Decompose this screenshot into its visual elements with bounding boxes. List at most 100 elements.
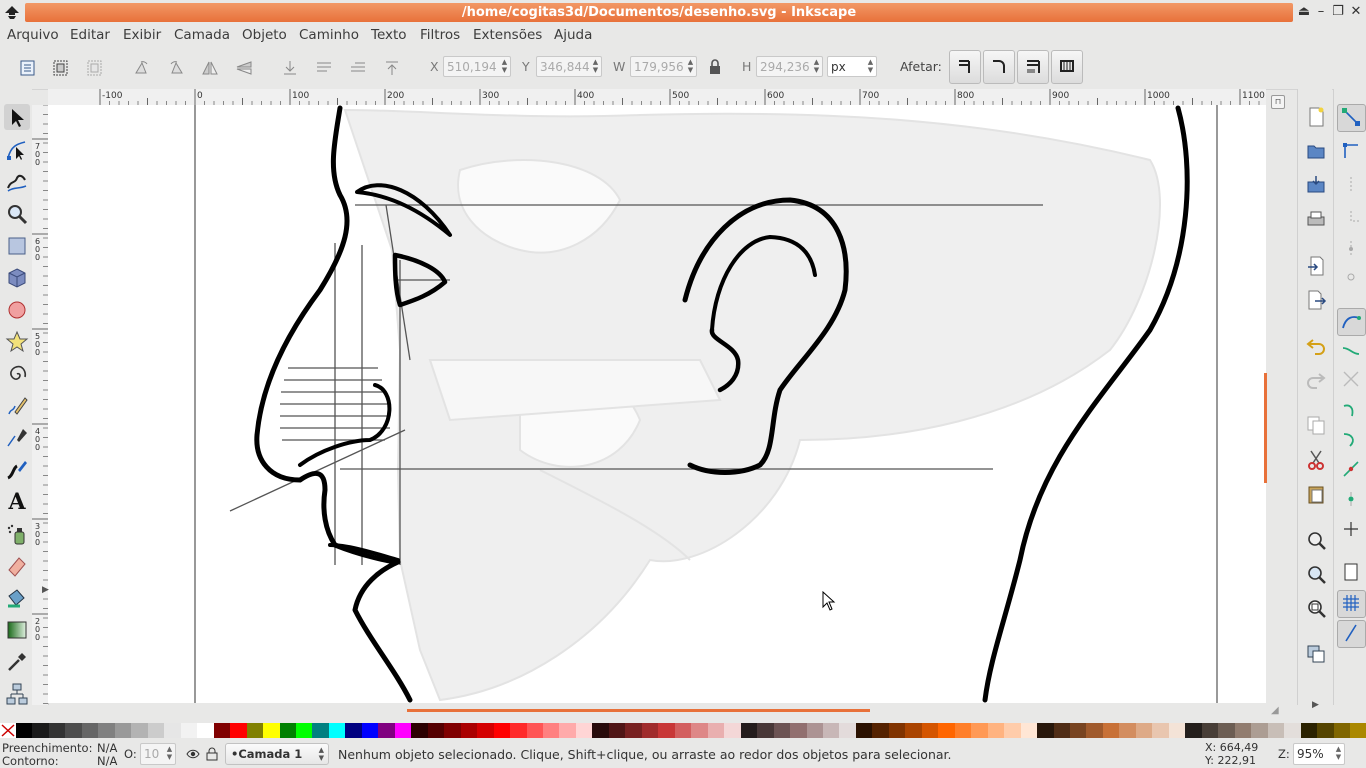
palette-swatch[interactable] (197, 723, 214, 738)
palette-swatch[interactable] (641, 723, 659, 738)
menu-caminho[interactable]: Caminho (299, 25, 359, 45)
palette-swatch[interactable] (1333, 723, 1350, 738)
menu-texto[interactable]: Texto (371, 25, 407, 45)
vertical-ruler[interactable]: 700600500400300200 (32, 105, 49, 705)
palette-swatch[interactable] (625, 723, 642, 738)
tweak-tool-icon[interactable] (5, 170, 29, 194)
palette-swatch[interactable] (1317, 723, 1334, 738)
palette-swatch[interactable] (1086, 723, 1103, 738)
open-icon[interactable] (1305, 140, 1327, 162)
palette-swatch[interactable] (559, 723, 576, 738)
paint-bucket-tool-icon[interactable] (5, 586, 29, 610)
palette-swatch[interactable] (411, 723, 428, 738)
snap-page-border-icon[interactable] (1340, 561, 1362, 583)
palette-swatch[interactable] (32, 723, 49, 738)
menu-exibir[interactable]: Exibir (123, 25, 161, 45)
layer-selector[interactable]: •Camada 1 ▲ ▼ (225, 743, 329, 765)
layer-lock-icon[interactable] (206, 747, 218, 761)
undo-icon[interactable] (1305, 334, 1327, 356)
raise-icon[interactable] (348, 59, 368, 77)
palette-swatch[interactable] (806, 723, 823, 738)
dropper-tool-icon[interactable] (5, 650, 29, 674)
snap-grid-icon[interactable] (1340, 592, 1362, 614)
palette-swatch[interactable] (888, 723, 906, 738)
palette-swatch[interactable] (921, 723, 939, 738)
palette-swatch[interactable] (279, 723, 296, 738)
palette-swatch[interactable] (575, 723, 593, 738)
selector-tool-icon[interactable] (5, 106, 29, 130)
palette-swatch[interactable] (839, 723, 856, 738)
snap-nodes-icon[interactable] (1340, 310, 1362, 332)
zoom-tool-icon[interactable] (5, 202, 29, 226)
palette-swatch[interactable] (114, 723, 132, 738)
menu-arquivo[interactable]: Arquivo (7, 25, 59, 45)
export-icon[interactable] (1305, 289, 1327, 311)
palette-swatch[interactable] (1053, 723, 1070, 738)
import-icon[interactable] (1305, 255, 1327, 277)
palette-swatch[interactable] (1251, 723, 1268, 738)
palette-swatch[interactable] (328, 723, 346, 738)
snap-object-center-icon[interactable] (1340, 488, 1362, 510)
snap-bbox-corner-icon[interactable] (1340, 208, 1362, 230)
stroke-value[interactable]: N/A (97, 754, 117, 768)
snap-paths-icon[interactable] (1340, 340, 1362, 362)
palette-swatch[interactable] (1267, 723, 1285, 738)
horizontal-ruler[interactable]: -100 0 100 200 300 400 500 600 700 800 900 1000 1100 (48, 89, 1266, 106)
snap-bbox-edge-icon[interactable] (1340, 174, 1362, 196)
zoom-field[interactable]: 95% ▲ ▼ (1293, 743, 1345, 765)
x-field[interactable]: 510,194 ▲ ▼ (443, 56, 511, 77)
palette-swatch[interactable] (361, 723, 379, 738)
spray-tool-icon[interactable] (5, 522, 29, 546)
palette-swatch[interactable] (1020, 723, 1038, 738)
gradient-tool-icon[interactable] (5, 618, 29, 642)
palette-swatch[interactable] (526, 723, 543, 738)
redo-icon[interactable] (1305, 368, 1327, 390)
paste-icon[interactable] (1305, 483, 1327, 505)
palette-swatch[interactable] (394, 723, 412, 738)
palette-swatch[interactable] (905, 723, 922, 738)
palette-swatch[interactable] (822, 723, 840, 738)
palette-swatch[interactable] (1185, 723, 1202, 738)
rotate-cw-icon[interactable] (166, 59, 186, 77)
snap-midpoints-icon[interactable] (1340, 458, 1362, 480)
palette-swatch[interactable] (1004, 723, 1021, 738)
palette-swatch[interactable] (938, 723, 955, 738)
palette-swatch[interactable] (757, 723, 774, 738)
palette-swatch[interactable] (691, 723, 708, 738)
lower-to-bottom-icon[interactable] (280, 59, 300, 77)
palette-swatch[interactable] (263, 723, 280, 738)
no-paint-swatch[interactable] (0, 723, 16, 738)
deselect-icon[interactable] (85, 59, 105, 77)
snap-bbox-center-icon[interactable] (1340, 266, 1362, 288)
palette-swatch[interactable] (543, 723, 560, 738)
snap-bbox-midpoint-icon[interactable] (1340, 238, 1362, 260)
minimize-button[interactable]: – (1313, 4, 1329, 20)
menu-objeto[interactable]: Objeto (242, 25, 287, 45)
text-tool-icon[interactable]: A (5, 490, 29, 514)
close-button[interactable]: ✕ (1348, 4, 1364, 20)
horizontal-scrollbar-thumb[interactable] (407, 709, 870, 712)
palette-swatch[interactable] (345, 723, 362, 738)
flip-horizontal-icon[interactable] (200, 59, 220, 77)
palette-swatch[interactable] (131, 723, 148, 738)
zoom-drawing-icon[interactable] (1305, 563, 1327, 585)
palette-swatch[interactable] (1102, 723, 1120, 738)
palette-swatch[interactable] (987, 723, 1005, 738)
palette-swatch[interactable] (1234, 723, 1252, 738)
palette-swatch[interactable] (1284, 723, 1301, 738)
toolbox-expand-icon[interactable]: ▶ (42, 585, 49, 595)
snap-rotation-center-icon[interactable] (1340, 518, 1362, 540)
palette-swatch[interactable] (147, 723, 165, 738)
affect-stroke-width-button[interactable] (949, 50, 981, 84)
lock-guides-icon[interactable]: ⊓ (1271, 95, 1285, 109)
palette-swatch[interactable] (1201, 723, 1219, 738)
palette-swatch[interactable] (1300, 723, 1318, 738)
fill-value[interactable]: N/A (97, 741, 117, 755)
palette-swatch[interactable] (773, 723, 791, 738)
palette-swatch[interactable] (1152, 723, 1169, 738)
palette-swatch[interactable] (740, 723, 758, 738)
palette-swatch[interactable] (312, 723, 329, 738)
palette-swatch[interactable] (444, 723, 461, 738)
palette-swatch[interactable] (1037, 723, 1054, 738)
ellipse-tool-icon[interactable] (5, 298, 29, 322)
